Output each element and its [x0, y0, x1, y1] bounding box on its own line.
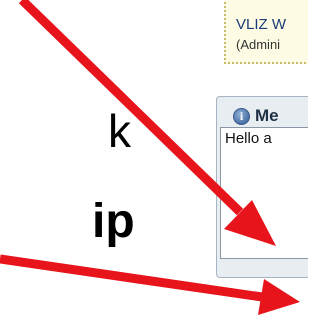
info-icon: i [233, 107, 250, 125]
overlay-text-line1: k [108, 105, 131, 157]
message-label: Me [255, 106, 279, 125]
notice-subtitle: (Admini [236, 37, 281, 52]
overlay-text-line2: ip [92, 195, 135, 248]
notice-panel: VLIZ W (Admini [224, 0, 308, 64]
message-panel: i Me Hello a [216, 96, 308, 278]
message-textarea[interactable]: Hello a [220, 127, 308, 259]
message-header: i Me [233, 106, 279, 126]
screenshot-stage: VLIZ W (Admini k ip i Me Hello a [0, 0, 308, 318]
notice-title: VLIZ W [236, 16, 287, 33]
